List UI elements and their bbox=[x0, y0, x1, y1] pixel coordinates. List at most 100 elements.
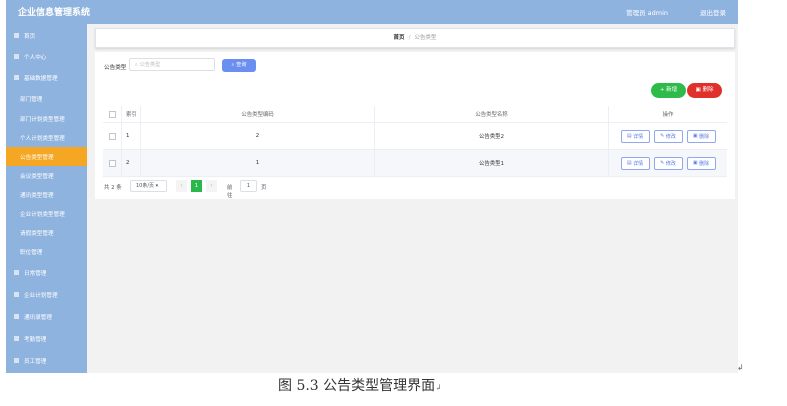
delete-label: 删除 bbox=[699, 160, 710, 167]
page-size-select[interactable]: 10条/页 ▾ bbox=[130, 180, 167, 192]
sidebar-subitem-department[interactable]: 部门管理 bbox=[6, 89, 87, 108]
row-index: 2 bbox=[122, 150, 141, 176]
table-header: 索引 公告类型编码 公告类型名称 操作 bbox=[103, 106, 727, 123]
user-icon bbox=[14, 54, 19, 59]
goto-suffix: 页 bbox=[261, 185, 267, 191]
breadcrumb-home[interactable]: 首页 bbox=[394, 35, 405, 41]
top-bar: 企业信息管理系统 管理员 admin 退出登录 bbox=[6, 0, 738, 24]
sidebar-item-label: 部门管理 bbox=[20, 96, 43, 103]
delete-button[interactable]: ▣ 删除 bbox=[686, 129, 716, 143]
header-operations: 操作 bbox=[662, 112, 674, 118]
sidebar-subitem-contact-type[interactable]: 通讯类型管理 bbox=[6, 185, 87, 204]
select-all-checkbox[interactable] bbox=[108, 110, 116, 118]
sidebar-subitem-notice-type[interactable]: 公告类型管理 bbox=[6, 147, 87, 166]
header-code: 公告类型编码 bbox=[141, 106, 375, 122]
goto-page-input[interactable]: 1 bbox=[240, 180, 257, 192]
sidebar-subitem-leave-type[interactable]: 请假类型管理 bbox=[6, 223, 87, 242]
sidebar-item-label: 日常管理 bbox=[24, 270, 47, 277]
detail-button[interactable]: ▤ 详情 bbox=[620, 156, 650, 170]
plan-icon bbox=[14, 292, 19, 297]
sidebar-item-base-data[interactable]: 基础数据管理 bbox=[6, 68, 87, 87]
header-checkbox-cell bbox=[103, 106, 122, 122]
logout-link[interactable]: 退出登录 bbox=[700, 7, 726, 17]
grid-icon bbox=[14, 75, 19, 80]
sidebar-subitem-enterprise-plan-type[interactable]: 企业计划类型管理 bbox=[6, 204, 87, 223]
row-name: 公告类型1 bbox=[375, 150, 609, 176]
row-checkbox[interactable] bbox=[108, 132, 116, 140]
trash-icon: ▣ bbox=[695, 87, 701, 93]
header-index: 索引 bbox=[122, 106, 141, 122]
sidebar-item-label: 员工管理 bbox=[24, 358, 47, 365]
edit-button[interactable]: ✎ 修改 bbox=[653, 129, 683, 143]
sidebar-item-label: 基础数据管理 bbox=[24, 75, 58, 82]
sidebar-item-label: 会议类型管理 bbox=[20, 173, 54, 180]
detail-button[interactable]: ▤ 详情 bbox=[620, 129, 650, 143]
goto-prefix: 前往 bbox=[227, 185, 233, 199]
sidebar-item-profile[interactable]: 个人中心 bbox=[6, 47, 87, 66]
sidebar-item-employee[interactable]: 员工管理 bbox=[6, 351, 87, 370]
app-window: 企业信息管理系统 管理员 admin 退出登录 首页 个人中心 基础数据管理 部… bbox=[6, 0, 738, 373]
search-icon: ⌕ bbox=[135, 62, 138, 68]
caption-mark: ↲ bbox=[435, 383, 442, 392]
row-operations: ▤ 详情 ✎ 修改 ▣ 删除 bbox=[609, 123, 727, 149]
row-name: 公告类型2 bbox=[375, 123, 609, 149]
page-size-value: 10条/页 bbox=[136, 183, 155, 189]
edit-label: 修改 bbox=[665, 133, 676, 140]
search-label: 公告类型 bbox=[104, 65, 127, 71]
contacts-icon bbox=[14, 314, 19, 319]
sidebar-item-label: 公告类型管理 bbox=[20, 154, 54, 161]
notice-type-table: 索引 公告类型编码 公告类型名称 操作 1 2 公告类型2 ▤ 详情 ✎ 修改 … bbox=[103, 106, 727, 177]
sidebar-item-label: 请假类型管理 bbox=[20, 230, 54, 237]
search-input[interactable]: ⌕ 公告类型 bbox=[129, 58, 215, 71]
breadcrumb: 首页 / 公告类型 bbox=[95, 28, 735, 48]
clock-icon bbox=[14, 336, 19, 341]
edit-button[interactable]: ✎ 修改 bbox=[653, 156, 683, 170]
sidebar-subitem-meeting-type[interactable]: 会议类型管理 bbox=[6, 166, 87, 185]
breadcrumb-current: 公告类型 bbox=[414, 35, 437, 41]
sidebar-item-contacts[interactable]: 通讯录管理 bbox=[6, 307, 87, 326]
edit-label: 修改 bbox=[665, 160, 676, 167]
sidebar-item-daily[interactable]: 日常管理 bbox=[6, 263, 87, 282]
content-panel: 公告类型 ⌕ 公告类型 ⌕ 查询 + 新增 ▣ 删除 索引 公告类型编码 公告类… bbox=[95, 52, 735, 199]
sidebar-item-label: 个人中心 bbox=[24, 54, 47, 61]
header-name: 公告类型名称 bbox=[375, 106, 609, 122]
row-code: 1 bbox=[141, 150, 375, 176]
sidebar-item-enterprise-plan[interactable]: 企业计划管理 bbox=[6, 285, 87, 304]
sidebar-item-label: 职位管理 bbox=[20, 249, 43, 256]
delete-button[interactable]: ▣ 删除 bbox=[686, 156, 716, 170]
pencil-icon: ✎ bbox=[660, 133, 665, 139]
detail-label: 详情 bbox=[633, 160, 644, 167]
next-page-button[interactable]: › bbox=[206, 180, 217, 192]
row-checkbox[interactable] bbox=[108, 159, 116, 167]
row-checkbox-cell bbox=[103, 123, 122, 149]
sidebar: 首页 个人中心 基础数据管理 部门管理 部门计划类型管理 个人计划类型管理 公告… bbox=[6, 24, 87, 373]
sidebar-item-label: 通讯录管理 bbox=[24, 314, 52, 321]
trash-icon: ▣ bbox=[692, 133, 698, 139]
page-number-current[interactable]: 1 bbox=[191, 180, 202, 192]
sidebar-subitem-position[interactable]: 职位管理 bbox=[6, 242, 87, 261]
pencil-icon: ✎ bbox=[660, 160, 665, 166]
chevron-down-icon: ▾ bbox=[155, 183, 159, 189]
sidebar-item-home[interactable]: 首页 bbox=[6, 26, 87, 45]
team-icon bbox=[14, 358, 19, 363]
row-code: 2 bbox=[141, 123, 375, 149]
sidebar-subitem-personal-plan-type[interactable]: 个人计划类型管理 bbox=[6, 128, 87, 147]
row-operations: ▤ 详情 ✎ 修改 ▣ 删除 bbox=[609, 150, 727, 176]
add-button[interactable]: + 新增 bbox=[651, 83, 686, 98]
document-icon: ▤ bbox=[626, 133, 632, 139]
sidebar-item-label: 考勤管理 bbox=[24, 336, 47, 343]
search-button[interactable]: ⌕ 查询 bbox=[222, 59, 256, 72]
current-user: 管理员 admin bbox=[626, 9, 668, 17]
pagination-total: 共 2 条 bbox=[104, 185, 122, 191]
prev-page-button[interactable]: ‹ bbox=[176, 180, 187, 192]
search-placeholder: 公告类型 bbox=[139, 62, 161, 68]
batch-delete-label: 删除 bbox=[702, 87, 714, 93]
calendar-icon bbox=[14, 270, 19, 275]
search-button-label: 查询 bbox=[236, 62, 247, 68]
row-checkbox-cell bbox=[103, 150, 122, 176]
sidebar-subitem-dept-plan-type[interactable]: 部门计划类型管理 bbox=[6, 109, 87, 128]
app-title: 企业信息管理系统 bbox=[18, 8, 91, 18]
plus-icon: + bbox=[659, 87, 665, 93]
batch-delete-button[interactable]: ▣ 删除 bbox=[687, 83, 722, 98]
sidebar-item-attendance[interactable]: 考勤管理 bbox=[6, 329, 87, 348]
